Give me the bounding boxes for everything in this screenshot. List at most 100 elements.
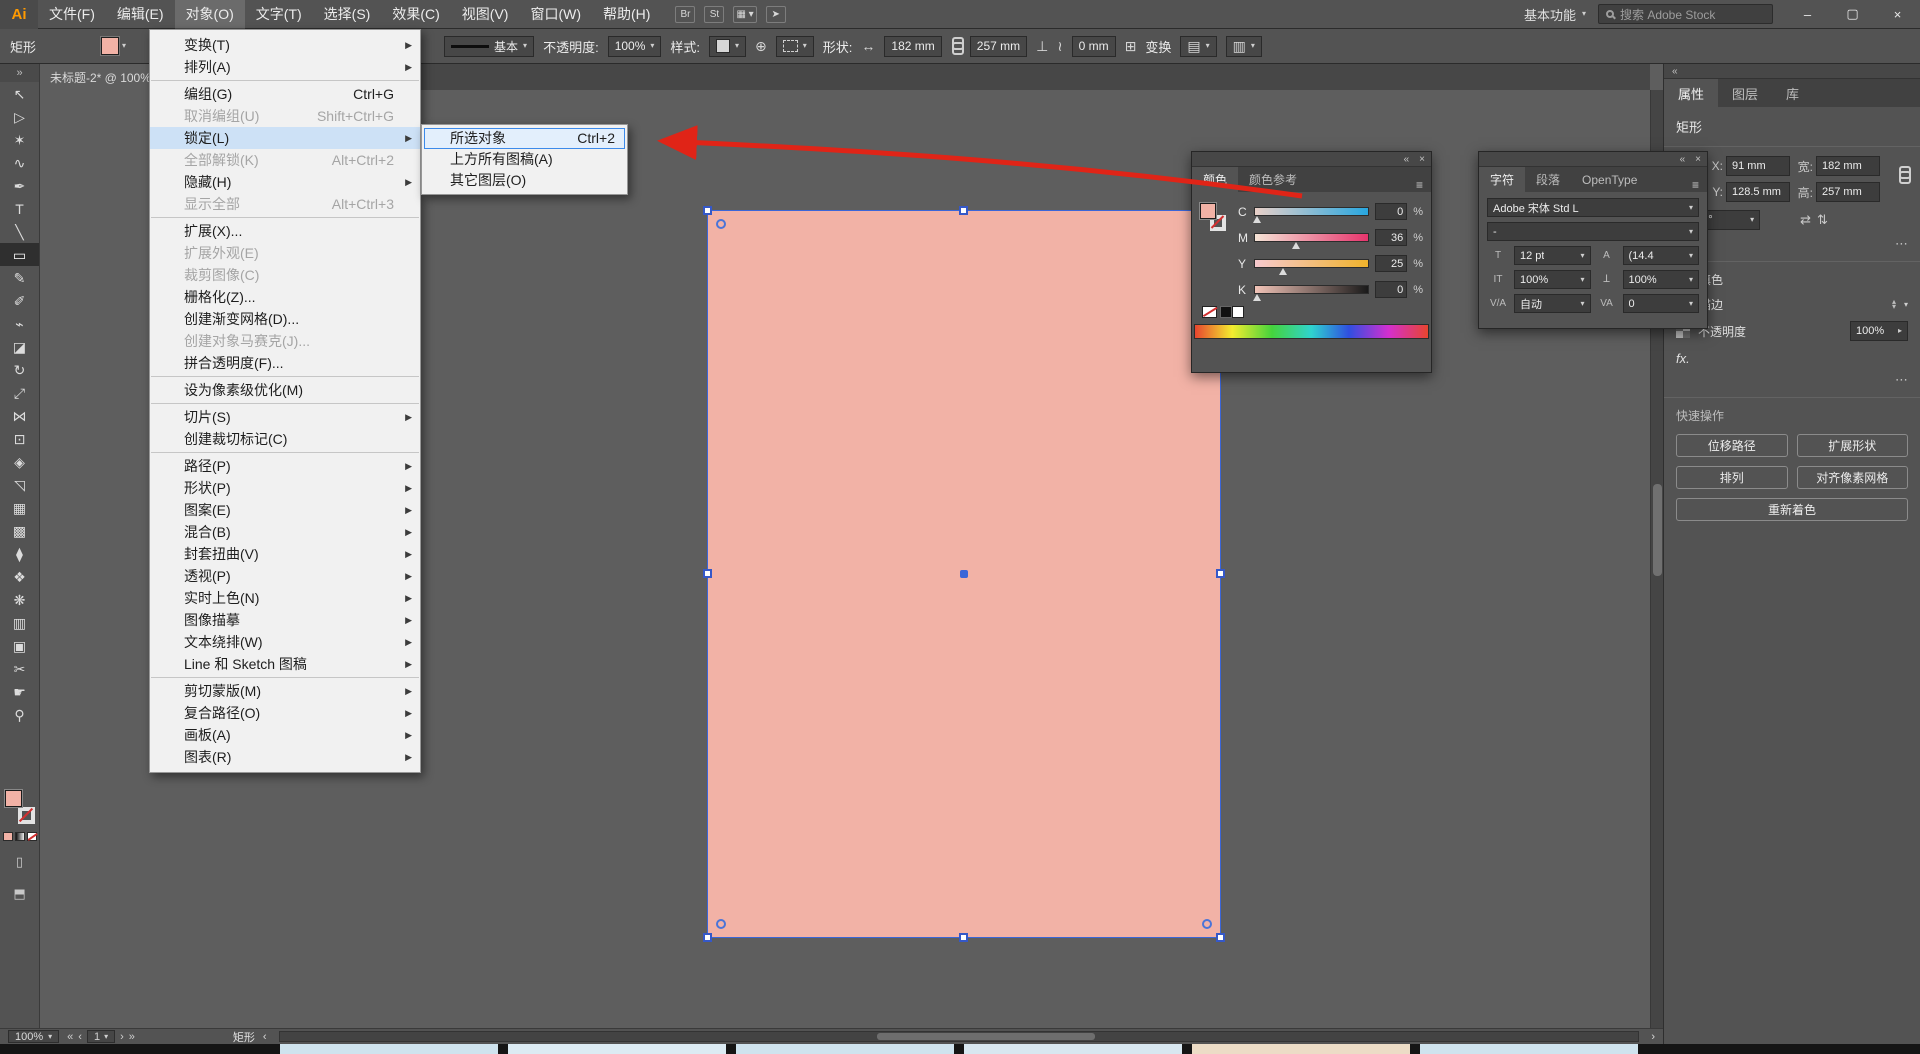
taskbar-window-1[interactable] xyxy=(280,1044,498,1054)
menu-item-line-sketch-art[interactable]: Line 和 Sketch 图稿▶ xyxy=(150,653,420,675)
zoom-level-dropdown[interactable]: 100% ▾ xyxy=(8,1030,59,1043)
paper-plane-icon[interactable]: ➤ xyxy=(766,6,786,23)
opacity-row[interactable]: 不透明度 100% ▸ xyxy=(1676,321,1908,341)
eraser-tool[interactable]: ◪ xyxy=(0,335,39,358)
menu-item-slice[interactable]: 切片(S)▶ xyxy=(150,406,420,428)
panel-menu-icon[interactable]: ≡ xyxy=(1408,178,1431,192)
collapse-panel-icon[interactable]: « xyxy=(1680,154,1686,165)
gradient-button[interactable] xyxy=(15,832,25,841)
selection-handle-top-left[interactable] xyxy=(703,206,712,215)
stroke-weight-stepper[interactable]: ▴▾ xyxy=(1892,300,1896,310)
hand-tool[interactable]: ☛ xyxy=(0,680,39,703)
menu-item-graph[interactable]: 图表(R)▶ xyxy=(150,746,420,768)
menubar-item-view[interactable]: 视图(V) xyxy=(451,0,520,29)
effects-button[interactable]: fx. xyxy=(1676,351,1908,366)
fill-stroke-indicator[interactable] xyxy=(5,790,35,824)
menu-item-pattern[interactable]: 图案(E)▶ xyxy=(150,499,420,521)
lasso-tool[interactable]: ∿ xyxy=(0,151,39,174)
link-proportions-icon[interactable] xyxy=(1898,166,1908,184)
menubar-item-select[interactable]: 选择(S) xyxy=(313,0,382,29)
toolbar-collapse-icon[interactable]: » xyxy=(0,64,39,82)
menubar-item-object[interactable]: 对象(O) xyxy=(175,0,245,29)
vertical-scrollbar-thumb[interactable] xyxy=(1653,484,1662,576)
menu-item-compound-path[interactable]: 复合路径(O)▶ xyxy=(150,702,420,724)
slider-thumb-m[interactable] xyxy=(1292,242,1300,249)
menu-item-blend[interactable]: 混合(B)▶ xyxy=(150,521,420,543)
selection-handle-right[interactable] xyxy=(1216,569,1225,578)
pencil-tool[interactable]: ✐ xyxy=(0,289,39,312)
opacity-field[interactable]: 100% ▸ xyxy=(1850,321,1908,341)
menu-item-live-paint[interactable]: 实时上色(N)▶ xyxy=(150,587,420,609)
menu-item-artboards[interactable]: 画板(A)▶ xyxy=(150,724,420,746)
fill-color-dropdown[interactable]: ▾ xyxy=(101,37,126,55)
artboard-number-dropdown[interactable]: 1 ▾ xyxy=(87,1030,115,1043)
scale-tool[interactable]: ⤢ xyxy=(0,381,39,404)
illustrator-logo[interactable]: Ai xyxy=(0,0,38,29)
selection-handle-bottom[interactable] xyxy=(959,933,968,942)
mesh-tool[interactable]: ▦ xyxy=(0,496,39,519)
channel-value-field-k[interactable]: 0 xyxy=(1375,281,1407,298)
font-family-dropdown[interactable]: Adobe 宋体 Std L ▾ xyxy=(1487,198,1699,217)
menu-item-envelope-distort[interactable]: 封套扭曲(V)▶ xyxy=(150,543,420,565)
lock-submenu-item-all-artwork-above[interactable]: 上方所有图稿(A) xyxy=(424,149,625,170)
y-position-field[interactable]: 128.5 mm xyxy=(1726,182,1790,202)
artboard-tool[interactable]: ▣ xyxy=(0,634,39,657)
taskbar-window-2[interactable] xyxy=(508,1044,726,1054)
line-segment-tool[interactable]: ╲ xyxy=(0,220,39,243)
shape-height-field[interactable]: 257 mm xyxy=(970,36,1027,57)
arrange-documents-icon[interactable]: ▦ ▾ xyxy=(733,6,756,23)
black-swatch[interactable] xyxy=(1220,306,1232,318)
menu-item-lock[interactable]: 锁定(L)▶ xyxy=(150,127,420,149)
scroll-left-icon[interactable]: ‹ xyxy=(263,1031,267,1043)
menu-item-make-pixel-perfect[interactable]: 设为像素级优化(M) xyxy=(150,379,420,401)
stock-search-input[interactable]: 搜索 Adobe Stock xyxy=(1598,4,1773,24)
fill-row[interactable]: 填色 xyxy=(1676,271,1908,288)
close-panel-icon[interactable]: × xyxy=(1695,154,1701,165)
slice-tool[interactable]: ✂ xyxy=(0,657,39,680)
fill-proxy-swatch[interactable] xyxy=(5,790,22,807)
menu-item-expand[interactable]: 扩展(X)... xyxy=(150,220,420,242)
shape-builder-tool[interactable]: ◈ xyxy=(0,450,39,473)
quick-action-recolor[interactable]: 重新着色 xyxy=(1676,498,1908,521)
close-button[interactable]: × xyxy=(1875,0,1920,29)
none-button[interactable] xyxy=(27,832,37,841)
taskbar-window-4[interactable] xyxy=(964,1044,1182,1054)
corner-widget-bottom-right[interactable] xyxy=(1202,919,1212,929)
column-graph-tool[interactable]: ▥ xyxy=(0,611,39,634)
menu-item-rasterize[interactable]: 栅格化(Z)... xyxy=(150,286,420,308)
eyedropper-tool[interactable]: ⧫ xyxy=(0,542,39,565)
quick-action-expand-shape[interactable]: 扩展形状 xyxy=(1797,434,1909,457)
type-tool[interactable]: T xyxy=(0,197,39,220)
scroll-right-icon[interactable]: › xyxy=(1651,1031,1655,1043)
font-style-dropdown[interactable]: - ▾ xyxy=(1487,222,1699,241)
tab-color-guide[interactable]: 颜色参考 xyxy=(1238,167,1308,192)
x-position-field[interactable]: 91 mm xyxy=(1726,156,1790,176)
menu-item-text-wrap[interactable]: 文本绕排(W)▶ xyxy=(150,631,420,653)
menubar-item-help[interactable]: 帮助(H) xyxy=(592,0,661,29)
slider-track-y[interactable] xyxy=(1254,259,1369,268)
horizontal-scale-dropdown[interactable]: 100% ▾ xyxy=(1623,270,1700,289)
transform-label[interactable]: 变换 xyxy=(1145,37,1171,56)
horizontal-scrollbar[interactable] xyxy=(279,1031,1640,1042)
draw-mode-icon[interactable]: ▯ xyxy=(16,851,23,873)
previous-artboard-icon[interactable]: ‹ xyxy=(78,1031,82,1043)
lock-submenu-item-other-layers[interactable]: 其它图层(O) xyxy=(424,170,625,191)
tab-layers[interactable]: 图层 xyxy=(1718,79,1772,107)
selection-handle-bottom-left[interactable] xyxy=(703,933,712,942)
menu-item-path[interactable]: 路径(P)▶ xyxy=(150,455,420,477)
next-artboard-icon[interactable]: › xyxy=(120,1031,124,1043)
zoom-tool[interactable]: ⚲ xyxy=(0,703,39,726)
paintbrush-tool[interactable]: ✎ xyxy=(0,266,39,289)
selection-tool[interactable]: ↖ xyxy=(0,82,39,105)
taskbar-window-3[interactable] xyxy=(736,1044,954,1054)
menubar-item-window[interactable]: 窗口(W) xyxy=(519,0,592,29)
menubar-item-type[interactable]: 文字(T) xyxy=(245,0,313,29)
flip-horizontal-icon[interactable]: ⇄ xyxy=(1800,212,1811,228)
rectangle-tool[interactable]: ▭ xyxy=(0,243,39,266)
center-point[interactable] xyxy=(960,570,968,578)
dock-collapse-icon[interactable]: « xyxy=(1664,64,1920,79)
font-size-dropdown[interactable]: 12 pt ▾ xyxy=(1514,246,1591,265)
corner-radius-field[interactable]: 0 mm xyxy=(1072,36,1116,57)
tab-libraries[interactable]: 库 xyxy=(1772,79,1813,107)
rotate-tool[interactable]: ↻ xyxy=(0,358,39,381)
